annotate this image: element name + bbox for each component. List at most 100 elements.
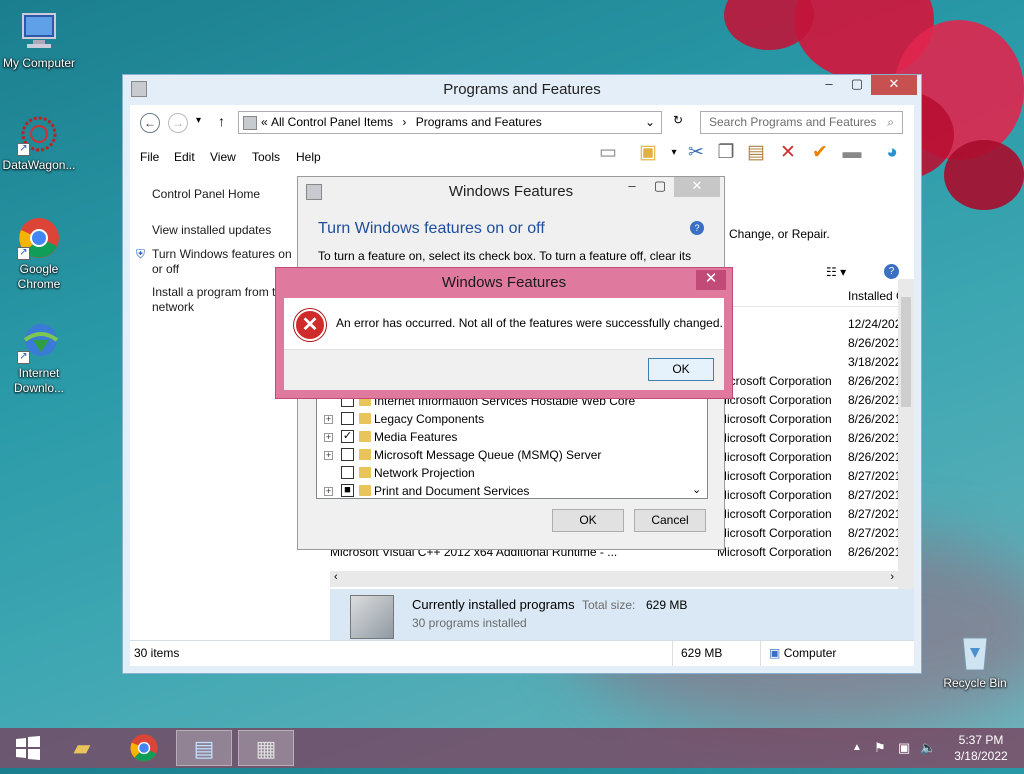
desktop-icon-label: Internet Downlo... xyxy=(13,366,65,395)
folder-icon xyxy=(359,449,371,460)
desktop-icon-datawagon[interactable]: ↗ DataWagon... xyxy=(0,112,78,173)
feature-row[interactable]: + ■ Print and Document Services xyxy=(317,482,707,498)
feature-row[interactable]: Network Projection xyxy=(317,464,707,482)
feature-row[interactable]: + ✓ Media Features xyxy=(317,428,707,446)
tree-scroll-down-icon[interactable]: ⌄ xyxy=(692,483,701,496)
menu-view[interactable]: View xyxy=(210,150,236,164)
help-icon[interactable]: ? xyxy=(690,221,704,235)
menu-file[interactable]: File xyxy=(140,150,159,164)
feature-checkbox[interactable]: ✓ xyxy=(341,430,354,443)
chrome-taskbar-icon[interactable] xyxy=(116,730,172,766)
feature-checkbox[interactable]: ■ xyxy=(341,484,354,497)
program-publisher: Microsoft Corporation xyxy=(717,488,832,502)
features-ok-button[interactable]: OK xyxy=(552,509,624,532)
menu-help[interactable]: Help xyxy=(296,150,321,164)
control-panel-taskbar-icon[interactable]: ▤ xyxy=(176,730,232,766)
program-publisher: Microsoft Corporation xyxy=(717,545,832,559)
delete-icon[interactable]: ✕ xyxy=(776,141,800,165)
expand-icon[interactable]: + xyxy=(324,433,333,442)
layout-icon[interactable]: ▭ xyxy=(596,141,620,165)
feature-checkbox[interactable] xyxy=(341,412,354,425)
error-dialog: Windows Features ✕ ✕ An error has occurr… xyxy=(275,267,733,399)
desktop-icon-label: My Computer xyxy=(2,56,76,70)
error-titlebar[interactable]: Windows Features ✕ xyxy=(276,268,732,298)
expand-icon[interactable]: + xyxy=(324,451,333,460)
error-message: An error has occurred. Not all of the fe… xyxy=(336,316,723,330)
chevron-down-icon[interactable]: ▾ xyxy=(662,141,686,165)
feature-checkbox[interactable] xyxy=(341,448,354,461)
program-publisher: Microsoft Corporation xyxy=(717,431,832,445)
programs-features-taskbar-icon[interactable]: ▦ xyxy=(238,730,294,766)
dialog-title: Windows Features xyxy=(448,183,574,200)
minimize-button[interactable]: – xyxy=(815,75,843,95)
window-icon[interactable]: ▬ xyxy=(840,141,864,165)
back-button[interactable]: ← xyxy=(140,113,160,133)
menu-tools[interactable]: Tools xyxy=(252,150,280,164)
paste-icon[interactable]: ▤ xyxy=(744,141,768,165)
search-input[interactable]: Search Programs and Features ⌕ xyxy=(700,111,903,134)
desktop-icon-internet-download[interactable]: ↗ Internet Downlo... xyxy=(0,320,78,396)
close-button[interactable]: ✕ xyxy=(674,177,720,197)
desktop-icon-label: Google Chrome xyxy=(17,262,61,291)
expand-icon[interactable]: + xyxy=(324,415,333,424)
program-installed-on: 8/27/2021 xyxy=(848,507,902,521)
maximize-button[interactable]: ▢ xyxy=(646,177,674,197)
features-cancel-button[interactable]: Cancel xyxy=(634,509,706,532)
vertical-scrollbar[interactable] xyxy=(898,279,914,599)
breadcrumb-all-items[interactable]: All Control Panel Items xyxy=(271,115,393,129)
chevron-down-icon[interactable]: ⌄ xyxy=(645,112,655,133)
maximize-button[interactable]: ▢ xyxy=(843,75,871,95)
scroll-right-icon[interactable]: › xyxy=(890,571,894,583)
column-installed-on[interactable]: Installed On xyxy=(848,289,898,303)
breadcrumb-separator-icon[interactable]: › xyxy=(402,115,406,129)
tray-overflow-icon[interactable]: ▲ xyxy=(852,728,862,768)
refresh-button[interactable]: ↻ xyxy=(668,113,688,133)
address-box[interactable]: « All Control Panel Items › Programs and… xyxy=(238,111,662,134)
dialog-titlebar[interactable]: Windows Features – ▢ ✕ xyxy=(298,177,724,207)
checkmark-icon[interactable]: ✔ xyxy=(808,141,832,165)
scrollbar-thumb[interactable] xyxy=(901,297,911,407)
desktop-icon-my-computer[interactable]: My Computer xyxy=(0,10,78,71)
menu-edit[interactable]: Edit xyxy=(174,150,195,164)
minimize-button[interactable]: – xyxy=(618,177,646,197)
scroll-left-icon[interactable]: ‹ xyxy=(334,571,338,583)
recycle-bin-icon xyxy=(953,630,997,674)
folder-icon xyxy=(359,467,371,478)
desktop-icon-recycle-bin[interactable]: Recycle Bin xyxy=(936,630,1014,691)
action-center-flag-icon[interactable]: ⚑ xyxy=(874,728,886,768)
breadcrumb-overflow[interactable]: « xyxy=(261,112,268,133)
volume-muted-icon[interactable]: 🔈 xyxy=(920,728,936,768)
error-ok-button[interactable]: OK xyxy=(648,358,714,381)
control-panel-home-link[interactable]: Control Panel Home xyxy=(152,187,260,202)
recent-pages-chevron-icon[interactable]: ▾ xyxy=(196,115,201,126)
address-bar: ← → ▾ ↑ « All Control Panel Items › Prog… xyxy=(130,111,914,137)
copy-icon[interactable]: ❐ xyxy=(714,141,738,165)
window-titlebar[interactable]: Programs and Features – ▢ ✕ xyxy=(123,75,921,105)
network-icon[interactable]: ▣ xyxy=(898,728,910,768)
expand-icon[interactable]: + xyxy=(324,487,333,496)
file-explorer-icon[interactable]: ▰ xyxy=(54,730,110,766)
clock[interactable]: 5:37 PM 3/18/2022 xyxy=(946,732,1016,764)
program-publisher: Microsoft Corporation xyxy=(717,450,832,464)
desktop-icon-chrome[interactable]: ↗ Google Chrome xyxy=(0,216,78,292)
horizontal-scrollbar[interactable]: ‹ › xyxy=(330,571,898,587)
feature-row[interactable]: + Microsoft Message Queue (MSMQ) Server xyxy=(317,446,707,464)
close-button[interactable]: ✕ xyxy=(696,270,726,290)
close-button[interactable]: ✕ xyxy=(871,75,917,95)
feature-label: Legacy Components xyxy=(374,412,485,426)
feature-row[interactable]: + Legacy Components xyxy=(317,410,707,428)
clock-date: 3/18/2022 xyxy=(954,749,1008,763)
total-size-label: Total size: xyxy=(582,598,636,612)
forward-button[interactable]: → xyxy=(168,113,188,133)
properties-icon[interactable]: ▣ xyxy=(636,141,660,165)
help-icon[interactable]: ? xyxy=(884,264,899,279)
feature-checkbox[interactable] xyxy=(341,466,354,479)
cut-icon[interactable]: ✂ xyxy=(684,141,708,165)
globe-icon[interactable]: ◕ xyxy=(880,141,904,165)
desktop-icon-label: Recycle Bin xyxy=(943,676,1007,690)
up-button[interactable]: ↑ xyxy=(218,113,225,129)
start-button[interactable] xyxy=(0,730,56,766)
view-updates-link[interactable]: View installed updates xyxy=(152,223,271,238)
breadcrumb-programs[interactable]: Programs and Features xyxy=(416,115,542,129)
view-options-icon[interactable]: ☷ ▾ xyxy=(826,265,846,279)
